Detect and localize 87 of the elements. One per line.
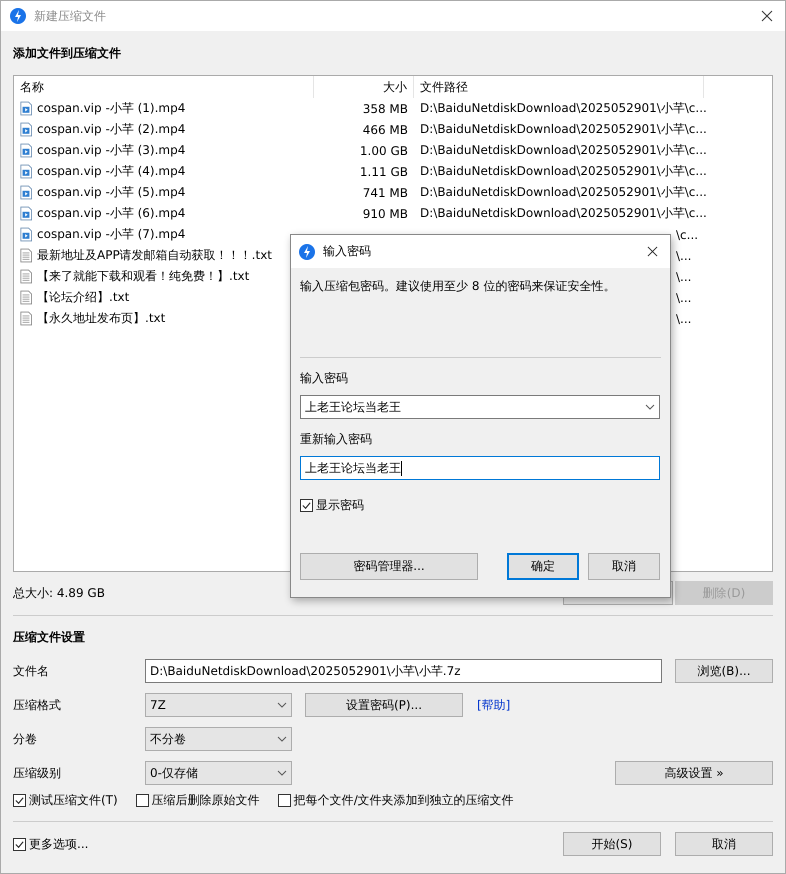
file-size: 466 MB: [362, 122, 409, 136]
file-path: D:\BaiduNetdiskDownload\2025052901\小芊\c...: [419, 100, 704, 117]
file-path: \...: [676, 312, 692, 326]
column-header[interactable]: 大小: [314, 76, 414, 98]
text-file-icon: [20, 311, 32, 326]
start-button[interactable]: 开始(S): [563, 832, 661, 856]
section-title: 压缩文件设置: [13, 629, 86, 646]
file-name: 最新地址及APP请发邮箱自动获取！！！.txt: [37, 247, 272, 264]
ok-button[interactable]: 确定: [507, 553, 579, 580]
total-size: 总大小: 4.89 GB: [13, 584, 105, 602]
file-path: D:\BaiduNetdiskDownload\2025052901\小芊\c...: [419, 184, 704, 201]
dialog-title: 输入密码: [323, 243, 371, 260]
checkbox-label: 测试压缩文件(T): [29, 792, 118, 809]
checkbox[interactable]: [13, 838, 26, 850]
checkbox-label: 显示密码: [316, 497, 364, 514]
level-dropdown[interactable]: 0-仅存储: [145, 761, 292, 785]
file-name: 【论坛介绍】.txt: [37, 289, 130, 306]
text-file-icon: [20, 290, 32, 305]
file-path: \c...: [676, 228, 698, 242]
file-name: cospan.vip -小芊 (5).mp4: [37, 184, 186, 201]
video-file-icon: [20, 164, 32, 179]
password-manager-button[interactable]: 密码管理器...: [300, 553, 478, 580]
file-path: \...: [676, 248, 692, 262]
close-icon[interactable]: [761, 10, 773, 22]
file-size: 1.11 GB: [358, 164, 409, 178]
volume-dropdown[interactable]: 不分卷: [145, 727, 292, 751]
chevron-down-icon: [277, 702, 287, 708]
checkbox-label: 压缩后删除原始文件: [152, 792, 260, 809]
app-logo-icon: [299, 244, 315, 260]
file-name: cospan.vip -小芊 (6).mp4: [37, 205, 186, 222]
browse-button[interactable]: 浏览(B)...: [675, 659, 773, 683]
file-name: 【永久地址发布页】.txt: [37, 310, 166, 327]
dialog-message: 输入压缩包密码。建议使用至少 8 位的密码来保证安全性。: [300, 278, 616, 295]
password-combo[interactable]: 上老王论坛当老王: [300, 395, 660, 419]
app-logo-icon: [10, 8, 26, 24]
window-title: 新建压缩文件: [34, 8, 106, 24]
file-path: \...: [676, 290, 692, 304]
cancel-button[interactable]: 取消: [675, 832, 773, 856]
chevron-down-icon: [277, 770, 287, 776]
file-name: cospan.vip -小芊 (7).mp4: [37, 226, 186, 243]
checkbox[interactable]: [278, 794, 291, 807]
chevron-down-icon: [645, 404, 655, 410]
field-label: 输入密码: [300, 370, 349, 387]
video-file-icon: [20, 101, 32, 116]
video-file-icon: [20, 185, 32, 200]
video-file-icon: [20, 143, 32, 158]
set-password-button[interactable]: 设置密码(P)...: [305, 693, 463, 717]
video-file-icon: [20, 227, 32, 242]
file-name: cospan.vip -小芊 (3).mp4: [37, 142, 186, 159]
file-path: \...: [676, 270, 692, 284]
column-header[interactable]: 文件路径: [414, 76, 704, 98]
close-icon[interactable]: [647, 246, 658, 257]
file-name: cospan.vip -小芊 (4).mp4: [37, 163, 186, 180]
format-dropdown[interactable]: 7Z: [145, 693, 292, 717]
text-file-icon: [20, 269, 32, 284]
chevron-down-icon: [277, 736, 287, 742]
column-header[interactable]: 名称: [14, 76, 314, 98]
checkbox[interactable]: [300, 499, 313, 512]
file-path: D:\BaiduNetdiskDownload\2025052901\小芊\c...: [419, 163, 704, 180]
file-path: D:\BaiduNetdiskDownload\2025052901\小芊\c...: [419, 142, 704, 159]
cancel-button[interactable]: 取消: [588, 553, 660, 580]
field-label: 压缩级别: [13, 764, 62, 782]
file-path: D:\BaiduNetdiskDownload\2025052901\小芊\c...: [419, 205, 704, 222]
field-label: 压缩格式: [13, 696, 62, 714]
file-path: D:\BaiduNetdiskDownload\2025052901\小芊\c...: [419, 121, 704, 138]
file-name: 【来了就能下载和观看！纯免费！】.txt: [37, 268, 250, 285]
help-link[interactable]: [帮助]: [477, 696, 510, 714]
repeat-password-field[interactable]: 上老王论坛当老王: [300, 456, 660, 480]
checkbox-label: 更多选项...: [29, 836, 88, 852]
video-file-icon: [20, 206, 32, 221]
field-label: 文件名: [13, 662, 50, 680]
checkbox-label: 把每个文件/文件夹添加到独立的压缩文件: [294, 792, 514, 809]
field-label: 分卷: [13, 730, 38, 748]
checkbox[interactable]: [136, 794, 149, 807]
checkbox[interactable]: [13, 794, 26, 807]
video-file-icon: [20, 122, 32, 137]
file-name: cospan.vip -小芊 (1).mp4: [37, 100, 186, 117]
section-title: 添加文件到压缩文件: [13, 45, 122, 62]
file-size: 741 MB: [362, 186, 409, 200]
field-label: 重新输入密码: [300, 431, 373, 448]
file-size: 358 MB: [362, 102, 409, 116]
file-name: cospan.vip -小芊 (2).mp4: [37, 121, 186, 138]
file-size: 910 MB: [362, 206, 409, 220]
file-size: 1.00 GB: [358, 144, 409, 158]
filename-field[interactable]: D:\BaiduNetdiskDownload\2025052901\小芊\小芊.7z: [145, 659, 662, 683]
text-file-icon: [20, 248, 32, 263]
advanced-button[interactable]: 高级设置 »: [615, 761, 773, 785]
